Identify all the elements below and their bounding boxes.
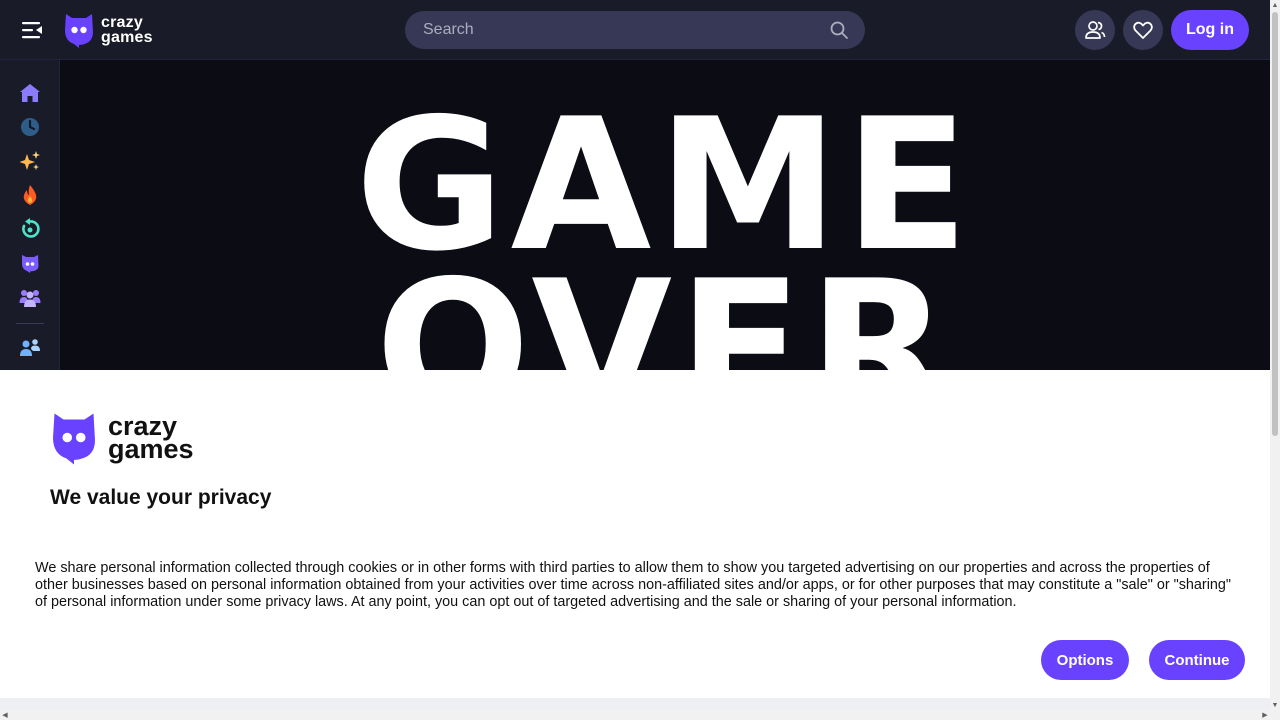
top-header: crazy games Log in: [0, 0, 1270, 60]
scroll-down-arrow-icon[interactable]: ▼: [1270, 700, 1280, 710]
sidebar-item-new[interactable]: [18, 149, 42, 173]
sidebar-item-home[interactable]: [18, 81, 42, 105]
logo-line-1: crazy: [101, 14, 143, 31]
search-bar[interactable]: [405, 11, 865, 49]
logo-text: crazy games: [101, 14, 153, 46]
sidebar-item-multiplayer[interactable]: [18, 285, 42, 309]
crazygames-mascot-icon: [53, 413, 95, 465]
heart-icon: [1133, 21, 1153, 39]
consent-logo-line-2: games: [108, 433, 194, 464]
sidebar: [0, 60, 60, 370]
sidebar-item-updated[interactable]: [18, 217, 42, 241]
crazygames-icon: [22, 255, 39, 273]
crazygames-logo[interactable]: crazy games: [63, 12, 153, 48]
friends-button[interactable]: [1075, 10, 1115, 50]
sidebar-item-originals[interactable]: [18, 251, 42, 275]
users-icon: [1085, 21, 1106, 39]
refresh-icon: [22, 218, 40, 238]
menu-collapse-icon: [22, 22, 42, 39]
sidebar-item-recent[interactable]: [18, 115, 42, 139]
menu-toggle-button[interactable]: [20, 18, 44, 42]
search-input[interactable]: [421, 20, 829, 40]
game-frame[interactable]: GAME OVER: [60, 60, 1270, 370]
sidebar-item-trending[interactable]: [18, 183, 42, 207]
group-icon: [19, 290, 41, 307]
login-button[interactable]: Log in: [1171, 10, 1249, 50]
consent-title: We value your privacy: [50, 486, 272, 509]
options-button[interactable]: Options: [1041, 640, 1129, 680]
clock-icon: [21, 118, 39, 136]
consent-logo: crazy games: [50, 410, 194, 465]
consent-body: We share personal information collected …: [35, 560, 1232, 610]
consent-logo-text: crazy games: [108, 412, 194, 464]
privacy-consent-banner: crazy games We value your privacy We sha…: [0, 370, 1270, 698]
scroll-up-arrow-icon[interactable]: ▲: [1270, 0, 1280, 10]
home-icon: [20, 84, 40, 102]
friends-icon: [20, 339, 40, 356]
crazygames-mascot-icon: [65, 14, 93, 48]
vertical-scroll-thumb[interactable]: [1272, 12, 1278, 436]
horizontal-scrollbar[interactable]: [0, 710, 1280, 720]
game-over-line-2: OVER: [375, 241, 955, 370]
continue-button[interactable]: Continue: [1149, 640, 1245, 680]
scroll-right-arrow-icon[interactable]: ▶: [1260, 710, 1270, 720]
favorites-button[interactable]: [1123, 10, 1163, 50]
sidebar-item-friends[interactable]: [18, 336, 42, 360]
fire-icon: [23, 185, 37, 205]
consent-bottom-strip: [0, 698, 1270, 710]
sparkles-icon: [19, 151, 40, 170]
sidebar-divider: [16, 323, 44, 324]
scroll-left-arrow-icon[interactable]: ◀: [0, 710, 10, 720]
search-icon[interactable]: [829, 20, 849, 40]
logo-line-2: games: [101, 29, 153, 46]
